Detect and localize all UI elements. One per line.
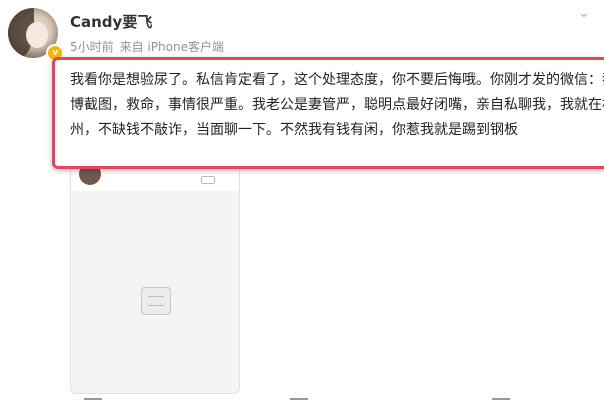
post-time[interactable]: 5小时前 bbox=[70, 40, 114, 54]
post-source: 来自 iPhone客户端 bbox=[119, 40, 224, 54]
empty-content-icon bbox=[141, 287, 171, 315]
comment-icon[interactable] bbox=[290, 398, 308, 410]
post-meta: 5小时前 来自 iPhone客户端 bbox=[70, 38, 224, 55]
screenshot-image[interactable] bbox=[70, 160, 240, 394]
post-text: 我看你是想验尿了。私信肯定看了，这个处理态度，你不要后悔哦。你刚才发的微信：我微… bbox=[70, 72, 604, 138]
username[interactable]: Candy要飞 bbox=[70, 11, 152, 32]
action-bar bbox=[0, 398, 604, 410]
avatar-face bbox=[26, 22, 48, 48]
repost-icon[interactable] bbox=[84, 398, 102, 410]
screenshot-button-icon bbox=[201, 176, 215, 184]
highlighted-post-text-box: 我看你是想验尿了。私信肯定看了，这个处理态度，你不要后悔哦。你刚才发的微信：我微… bbox=[52, 57, 604, 169]
like-icon[interactable] bbox=[492, 398, 510, 410]
more-icon[interactable]: ⌄ bbox=[578, 6, 594, 20]
